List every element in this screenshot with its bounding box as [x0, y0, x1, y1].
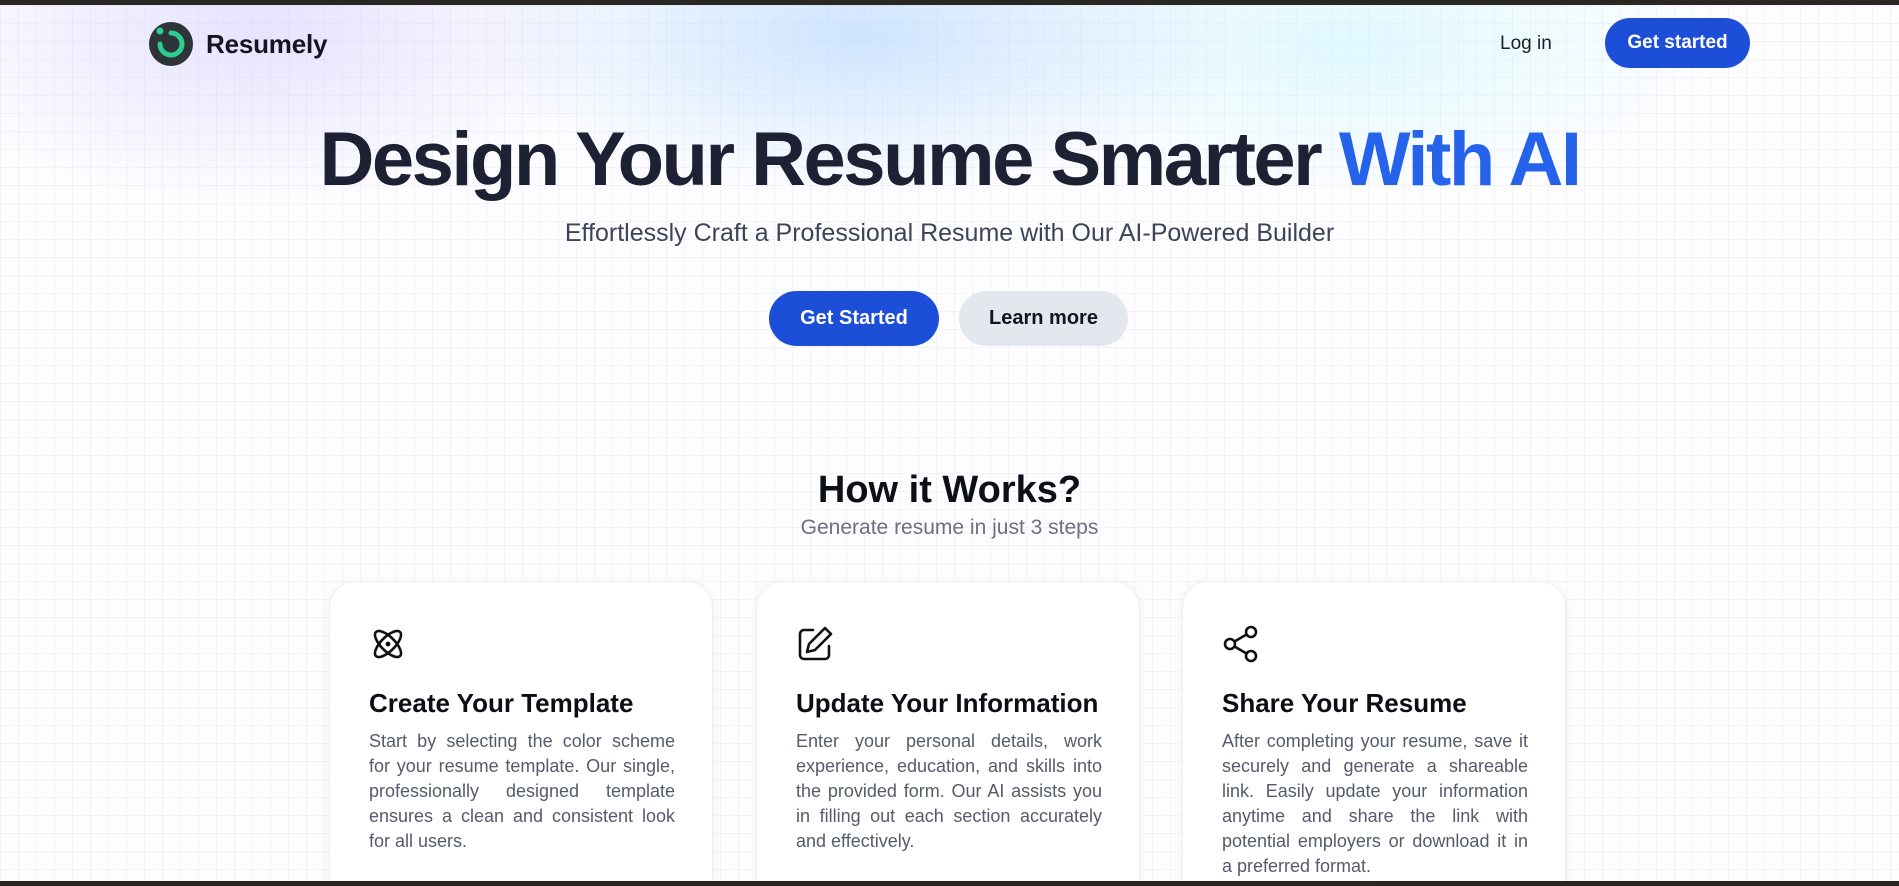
hero-title: Design Your Resume Smarter With AI — [0, 117, 1899, 203]
get-started-button[interactable]: Get Started — [769, 291, 939, 346]
step-description: Start by selecting the color scheme for … — [369, 731, 675, 851]
step-title: Share Your Resume — [1222, 688, 1467, 718]
get-started-nav-button[interactable]: Get started — [1605, 18, 1750, 68]
how-it-works-title: How it Works? — [817, 469, 1082, 511]
login-link[interactable]: Log in — [1500, 33, 1552, 55]
how-it-works-subtitle: Generate resume in just 3 steps — [800, 516, 1099, 539]
step-card-update-information: Update Your Information Enter your perso… — [756, 581, 1140, 881]
hero-subtitle: Effortlessly Craft a Professional Resume… — [564, 219, 1335, 247]
resumely-logo-icon — [149, 22, 193, 66]
hero-title-accent: With AI — [1338, 117, 1582, 202]
brand-name: Resumely — [206, 28, 328, 59]
step-description: Enter your personal details, work experi… — [796, 731, 1102, 851]
step-card-share-resume: Share Your Resume After completing your … — [1182, 581, 1566, 881]
step-card-create-template: Create Your Template Start by selecting … — [329, 581, 713, 881]
landing-page: Resumely Log in Get started Design Your … — [0, 5, 1899, 881]
edit-icon — [798, 626, 833, 661]
learn-more-button[interactable]: Learn more — [959, 291, 1128, 346]
step-title: Update Your Information — [796, 688, 1099, 718]
step-description: After completing your resume, save it se… — [1222, 731, 1528, 876]
hero-title-main: Design Your Resume Smarter — [319, 117, 1322, 202]
brand-logo[interactable]: Resumely — [148, 21, 327, 67]
step-title: Create Your Template — [369, 688, 634, 718]
atom-icon — [373, 629, 403, 659]
share-icon — [1223, 625, 1258, 663]
